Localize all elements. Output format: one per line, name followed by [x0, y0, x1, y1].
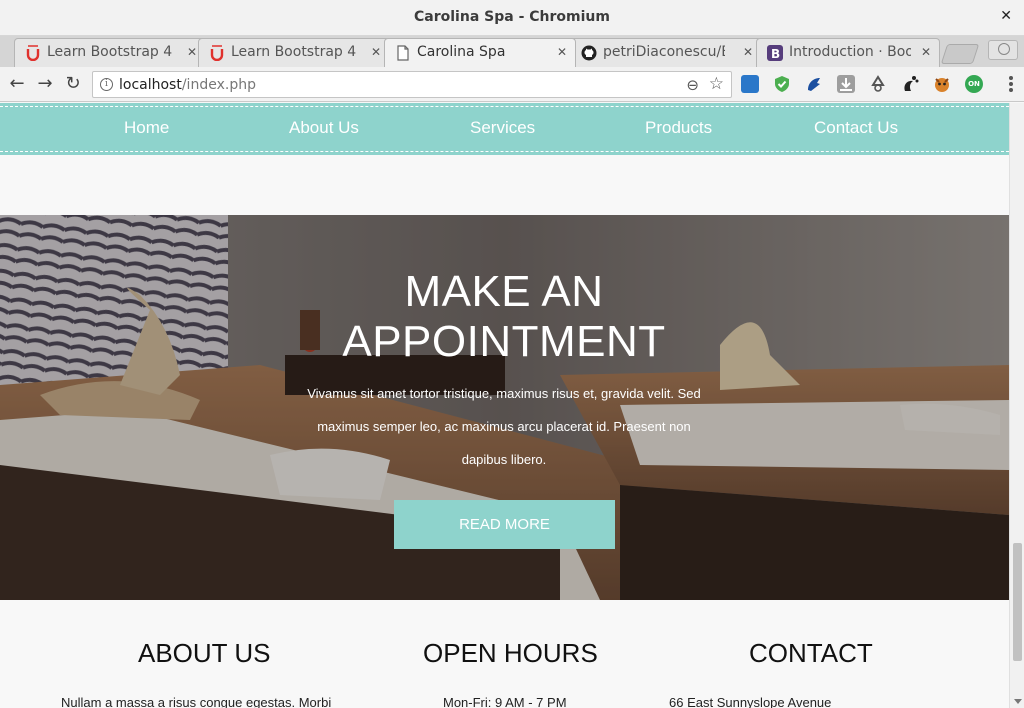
url-path: /index.php	[181, 77, 256, 93]
hero-title: MAKE AN APPOINTMENT	[254, 267, 754, 367]
site-navbar: Home About Us Services Products Contact …	[0, 103, 1009, 155]
window-titlebar: Carolina Spa - Chromium ✕	[0, 0, 1024, 36]
nav-link-about-us[interactable]: About Us	[289, 118, 359, 138]
svg-text:B: B	[771, 47, 780, 61]
gnome-icon[interactable]	[901, 75, 919, 93]
tab-label: Carolina Spa	[417, 44, 506, 60]
window-title: Carolina Spa - Chromium	[414, 9, 610, 25]
about-us-heading: ABOUT US	[138, 638, 271, 668]
github-icon	[581, 45, 597, 61]
tab-close-icon[interactable]: ✕	[743, 45, 753, 59]
udemy-icon	[210, 45, 224, 61]
open-hours-heading: OPEN HOURS	[423, 638, 598, 668]
tab-close-icon[interactable]: ✕	[187, 45, 197, 59]
reload-button[interactable]: ↻	[62, 73, 84, 95]
page-icon	[397, 45, 409, 61]
browser-toolbar: ← → ↻ i localhost/index.php ⊖ ☆ ON	[0, 67, 1024, 102]
extension-dark-blue-icon[interactable]	[805, 75, 823, 93]
page-viewport: Home About Us Services Products Contact …	[0, 103, 1009, 708]
tab-label: petriDiaconescu/Bo	[603, 44, 725, 60]
open-hours-text: Mon-Fri: 9 AM - 7 PM	[443, 695, 567, 708]
contact-heading: CONTACT	[749, 638, 873, 668]
hero-title-line1: MAKE AN	[404, 267, 604, 316]
nav-link-products[interactable]: Products	[645, 118, 712, 138]
bookmark-star-icon[interactable]: ☆	[709, 74, 724, 94]
nav-link-home[interactable]: Home	[124, 118, 169, 138]
hero-title-line2: APPOINTMENT	[342, 317, 666, 366]
tab-label: Learn Bootstrap 4	[231, 44, 357, 60]
tab-github[interactable]: petriDiaconescu/Bo ✕	[570, 38, 762, 67]
tab-strip: Learn Bootstrap 4 ✕ Learn Bootstrap 4 ✕ …	[0, 36, 1024, 67]
scroll-down-arrow-icon[interactable]	[1014, 699, 1022, 704]
tab-carolina-spa[interactable]: Carolina Spa ✕	[384, 38, 576, 67]
new-tab-button[interactable]	[940, 44, 980, 64]
bootstrap-icon: B	[767, 45, 783, 61]
scrollbar-thumb[interactable]	[1013, 543, 1022, 661]
person-icon	[998, 43, 1010, 55]
fox-icon[interactable]	[933, 75, 951, 93]
extension-blue-icon[interactable]	[741, 75, 759, 93]
hero-body-text: Vivamus sit amet tortor tristique, maxim…	[307, 386, 701, 467]
nav-link-contact-us[interactable]: Contact Us	[814, 118, 898, 138]
about-us-text: Nullam a massa a risus congue egestas. M…	[61, 695, 332, 708]
tab-label: Learn Bootstrap 4	[47, 44, 173, 60]
tab-close-icon[interactable]: ✕	[921, 45, 931, 59]
read-more-button[interactable]: READ MORE	[394, 500, 615, 549]
info-icon[interactable]: i	[100, 78, 113, 91]
profile-button[interactable]	[988, 40, 1018, 60]
udemy-icon	[26, 45, 40, 61]
window-close-button[interactable]: ✕	[1000, 8, 1012, 24]
download-icon[interactable]	[837, 75, 855, 93]
contact-address-text: 66 East Sunnyslope Avenue	[669, 695, 832, 708]
tab-label: Introduction · Boot	[789, 44, 911, 60]
url-host: localhost	[119, 77, 182, 93]
recycle-icon[interactable]	[869, 75, 887, 93]
page-scrollbar[interactable]	[1009, 103, 1024, 708]
tab-close-icon[interactable]: ✕	[371, 45, 381, 59]
zoom-icon[interactable]: ⊖	[686, 76, 699, 94]
nav-dashed-border	[0, 106, 1009, 107]
on-badge-icon[interactable]: ON	[965, 75, 983, 93]
shield-check-icon[interactable]	[773, 75, 791, 93]
tab-bootstrap-intro[interactable]: B Introduction · Boot ✕	[756, 38, 940, 67]
forward-button[interactable]: →	[34, 73, 56, 95]
tab-learn-bootstrap-2[interactable]: Learn Bootstrap 4 ✕	[198, 38, 390, 67]
back-button[interactable]: ←	[6, 73, 28, 95]
browser-menu-icon[interactable]	[1008, 74, 1014, 94]
address-bar[interactable]: i localhost/index.php ⊖ ☆	[92, 71, 732, 98]
nav-link-services[interactable]: Services	[470, 118, 535, 138]
hero-section: MAKE AN APPOINTMENT Vivamus sit amet tort…	[0, 215, 1009, 600]
tab-close-icon[interactable]: ✕	[557, 45, 567, 59]
url-text[interactable]: localhost/index.php	[119, 77, 256, 93]
tab-learn-bootstrap-1[interactable]: Learn Bootstrap 4 ✕	[14, 38, 206, 67]
nav-dashed-border	[0, 151, 1009, 152]
